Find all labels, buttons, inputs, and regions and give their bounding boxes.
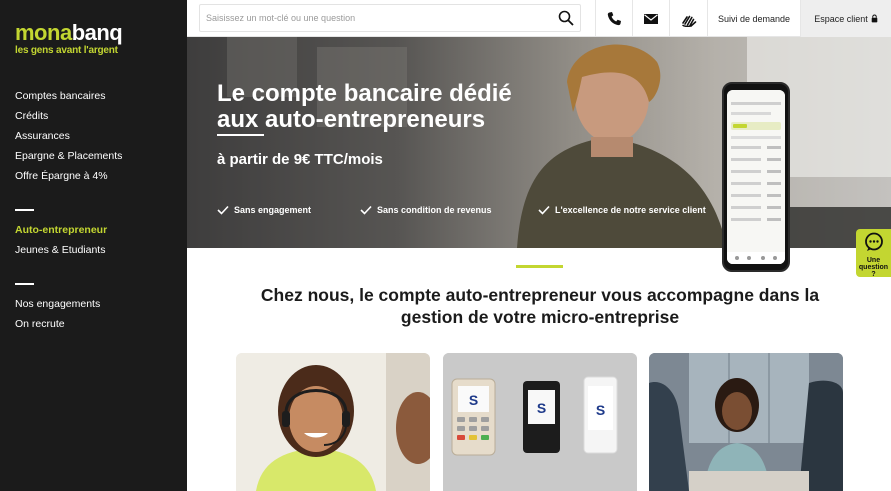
section-accent-line xyxy=(516,265,563,268)
section-title: Chez nous, le compte auto-entrepreneur v… xyxy=(260,285,820,327)
svg-text:S: S xyxy=(596,402,605,418)
payment-terminals-photo: S S S xyxy=(443,353,637,491)
phone-button[interactable] xyxy=(595,0,632,37)
sidebar-item-on-recrute[interactable]: On recrute xyxy=(15,314,100,334)
request-tracking-label: Suivi de demande xyxy=(717,13,791,24)
sidebar-item-comptes-bancaires[interactable]: Comptes bancaires xyxy=(15,86,122,106)
help-label: question xyxy=(858,264,889,271)
sidebar-item-assurances[interactable]: Assurances xyxy=(15,126,122,146)
nav-group-segments: Auto-entrepreneur Jeunes & Etudiants xyxy=(15,220,107,260)
client-space-label: Espace client xyxy=(814,13,868,24)
app-screenshot xyxy=(727,90,785,264)
logo[interactable]: monabanq les gens avant l'argent xyxy=(15,20,123,57)
svg-text:S: S xyxy=(537,400,546,416)
hero-feature: Sans engagement xyxy=(217,205,311,215)
chat-bubble-icon xyxy=(864,232,883,251)
request-tracking-button[interactable]: Suivi de demande xyxy=(707,0,800,37)
sign-language-button[interactable] xyxy=(669,0,707,37)
hero-title: Le compte bancaire dédié aux auto-entrep… xyxy=(217,80,512,133)
logo-wordmark: monabanq xyxy=(15,20,123,45)
card-meeting[interactable] xyxy=(649,353,843,491)
hero-feature-label: L'excellence de notre service client xyxy=(555,205,706,215)
lock-icon xyxy=(871,14,878,23)
hero-title-underline xyxy=(217,134,264,136)
card-payment-terminals[interactable]: S S S xyxy=(443,353,637,491)
hero-feature-label: Sans engagement xyxy=(234,205,312,215)
search-box xyxy=(199,4,581,32)
search-icon[interactable] xyxy=(558,10,574,26)
meeting-photo xyxy=(649,353,843,491)
phone-mockup xyxy=(722,82,790,272)
hero-price: à partir de 9€ TTC/mois xyxy=(217,151,383,168)
sidebar: monabanq les gens avant l'argent Comptes… xyxy=(0,0,187,491)
logo-tagline: les gens avant l'argent xyxy=(15,45,118,56)
nav-divider xyxy=(15,209,34,211)
phone-icon xyxy=(607,11,621,25)
client-space-button[interactable]: Espace client xyxy=(800,0,891,37)
help-label: Une xyxy=(866,257,881,264)
sidebar-item-epargne-placements[interactable]: Epargne & Placements xyxy=(15,146,122,166)
sidebar-item-nos-engagements[interactable]: Nos engagements xyxy=(15,294,100,314)
sidebar-item-credits[interactable]: Crédits xyxy=(15,106,122,126)
nav-group-company: Nos engagements On recrute xyxy=(15,294,100,334)
check-icon xyxy=(360,205,372,215)
card-customer-service[interactable] xyxy=(236,353,430,491)
phone-screen xyxy=(727,90,785,264)
sidebar-item-auto-entrepreneur[interactable]: Auto-entrepreneur xyxy=(15,220,107,240)
svg-text:S: S xyxy=(469,392,478,408)
customer-service-photo xyxy=(236,353,430,491)
check-icon xyxy=(538,205,550,215)
hero-feature: L'excellence de notre service client xyxy=(538,205,706,215)
search-input[interactable] xyxy=(206,5,556,31)
sidebar-item-offre-epargne[interactable]: Offre Épargne à 4% xyxy=(15,166,122,186)
nav-divider xyxy=(15,283,34,285)
check-icon xyxy=(217,205,229,215)
mail-button[interactable] xyxy=(632,0,669,37)
help-widget[interactable]: Une question ? xyxy=(856,229,891,278)
sidebar-item-jeunes-etudiants[interactable]: Jeunes & Etudiants xyxy=(15,240,107,260)
help-label: ? xyxy=(871,271,876,278)
mail-icon xyxy=(644,13,658,24)
nav-group-products: Comptes bancaires Crédits Assurances Epa… xyxy=(15,86,122,186)
sign-language-icon xyxy=(681,15,696,27)
top-bar: Suivi de demande Espace client xyxy=(187,0,891,37)
hero-feature: Sans condition de revenus xyxy=(360,205,492,215)
hero-feature-label: Sans condition de revenus xyxy=(377,205,492,215)
